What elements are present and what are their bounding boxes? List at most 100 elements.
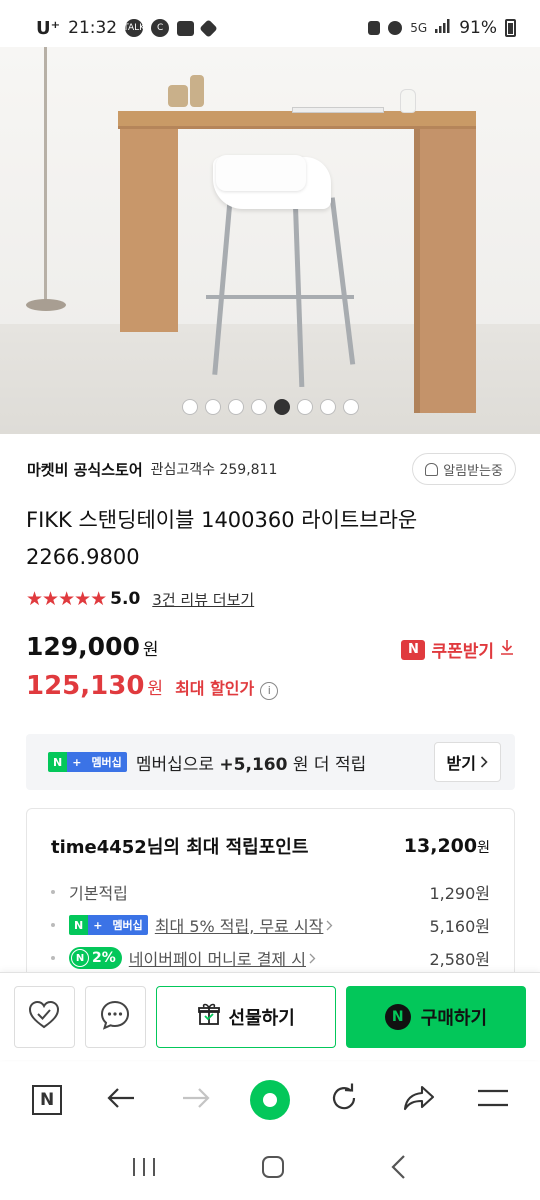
carrier-label: U⁺ [36, 17, 61, 39]
original-price-value: 129,000 [26, 632, 140, 661]
share-button[interactable] [394, 1075, 444, 1125]
naver-plus-membership-badge: N + 멤버십 [48, 752, 127, 772]
lock-icon [368, 21, 381, 35]
home-icon[interactable] [260, 1154, 286, 1184]
menu-button[interactable] [468, 1075, 518, 1125]
naver-home-icon: N [32, 1085, 63, 1115]
hamburger-icon [477, 1089, 509, 1111]
browser-toolbar: N [0, 1062, 540, 1138]
rating-row: ★★★★★ 5.0 3건 리뷰 더보기 [26, 588, 254, 610]
desk-leg-left [120, 127, 178, 332]
naver-n-icon: N [401, 639, 426, 660]
forward-button[interactable] [171, 1075, 221, 1125]
recent-apps-icon[interactable] [131, 1156, 157, 1182]
naver-home-button[interactable]: N [22, 1075, 72, 1125]
alarm-icon [388, 21, 403, 35]
membership-amount: +5,160 [219, 754, 288, 775]
arrow-left-icon [106, 1086, 136, 1114]
rating-score: 5.0 [110, 589, 141, 609]
vase-object [400, 89, 416, 113]
gallery-dot[interactable] [342, 399, 359, 415]
chevron-right-icon [480, 753, 488, 772]
network-label: 5G [410, 21, 428, 35]
lamp-pole [44, 47, 47, 307]
kakaotalk-icon: TALK [123, 19, 145, 37]
gallery-dot[interactable] [227, 399, 244, 415]
gift-icon [197, 1002, 221, 1031]
buy-button[interactable]: N 구매하기 [345, 985, 526, 1048]
back-icon[interactable] [389, 1154, 409, 1184]
sale-price-unit: 원 [147, 679, 164, 699]
membership-banner: N + 멤버십 멤버십으로 +5,160 원 더 적립 받기 [26, 734, 515, 790]
gallery-dot[interactable] [204, 399, 221, 415]
book-object [292, 107, 384, 113]
coupon-button[interactable]: N 쿠폰받기 [401, 637, 514, 662]
heart-check-icon [28, 1000, 60, 1034]
refresh-button[interactable] [319, 1075, 369, 1125]
product-title: FIKK 스탠딩테이블 1400360 라이트브라운 2266.9800 [26, 508, 418, 569]
lamp-base [26, 299, 66, 311]
share-icon [403, 1085, 435, 1115]
naver-pay-badge: N 2% [69, 947, 122, 969]
battery-label: 91% [459, 18, 497, 38]
reviews-link[interactable]: 3건 리뷰 더보기 [152, 589, 254, 610]
bell-icon [425, 462, 439, 476]
c-notification-icon: C [151, 19, 170, 37]
star-rating-icon: ★★★★★ [26, 588, 107, 610]
points-row: N + 멤버십 최대 5% 적립, 무료 시작 5,160원 [51, 914, 490, 936]
chevron-right-icon [326, 916, 333, 935]
stool-back [216, 155, 306, 191]
gallery-dot[interactable] [296, 399, 313, 415]
gallery-icon [177, 20, 195, 36]
green-dot-button[interactable] [245, 1075, 295, 1125]
system-navigation-bar [0, 1138, 540, 1200]
refresh-icon [329, 1083, 359, 1117]
points-row: 기본적립 1,290원 [51, 881, 490, 903]
store-fans-count: 관심고객수 259,811 [150, 462, 278, 478]
points-title: time4452님의 최대 적립포인트 [51, 837, 309, 858]
store-row: 마켓비 공식스토어 관심고객수 259,811 알림받는중 [27, 452, 516, 486]
stool-footrest [206, 295, 354, 299]
download-icon [500, 639, 514, 660]
membership-receive-button[interactable]: 받기 [433, 742, 501, 782]
purchase-action-bar: 선물하기 N 구매하기 [0, 972, 540, 1060]
notification-subscribe-button[interactable]: 알림받는중 [412, 453, 516, 485]
membership-text: 멤버십으로 +5,160 원 더 적립 [135, 754, 367, 775]
gallery-pagination [0, 399, 540, 415]
sale-price-value: 125,130 [26, 671, 145, 701]
gallery-dot[interactable] [250, 399, 267, 415]
store-name[interactable]: 마켓비 공식스토어 [27, 459, 143, 480]
desk-top [118, 111, 476, 129]
sale-price-label: 최대 할인가 [175, 679, 255, 698]
points-box: time4452님의 최대 적립포인트 13,200원 기본적립 1,290원 … [26, 808, 515, 988]
gallery-dot-active[interactable] [273, 399, 290, 415]
desk-leg-right [414, 127, 476, 413]
back-button[interactable] [96, 1075, 146, 1125]
product-image-gallery[interactable] [0, 47, 540, 434]
gift-label: 선물하기 [228, 1007, 295, 1029]
gallery-dot[interactable] [319, 399, 336, 415]
gift-button[interactable]: 선물하기 [155, 985, 336, 1048]
talk-inquiry-button[interactable] [84, 985, 146, 1048]
notification-subscribe-label: 알림받는중 [443, 463, 503, 479]
naver-pay-icon: N [71, 949, 89, 967]
cup-object [190, 75, 204, 107]
naver-plus-membership-badge: N + 멤버십 [69, 915, 148, 935]
chat-bubble-icon [99, 999, 131, 1035]
green-dot-icon [249, 1080, 290, 1120]
points-total: 13,200원 [403, 835, 490, 857]
naver-pay-money-link[interactable]: 네이버페이 머니로 결제 시 [129, 946, 306, 970]
info-icon[interactable]: i [260, 681, 279, 700]
original-price-unit: 원 [142, 640, 159, 660]
gallery-dot[interactable] [181, 399, 198, 415]
chevron-right-icon [309, 949, 316, 968]
signal-icon [435, 18, 451, 38]
membership-start-link[interactable]: 최대 5% 적립, 무료 시작 [155, 913, 324, 937]
battery-icon [505, 19, 516, 37]
naver-pay-icon: N [384, 1003, 411, 1030]
sale-price-row: 125,130 원 최대 할인가 i [26, 671, 279, 701]
wishlist-button[interactable] [14, 985, 75, 1048]
cup-object [168, 85, 188, 107]
points-row: N 2% 네이버페이 머니로 결제 시 2,580원 [51, 947, 490, 969]
arrow-right-icon [181, 1086, 211, 1114]
